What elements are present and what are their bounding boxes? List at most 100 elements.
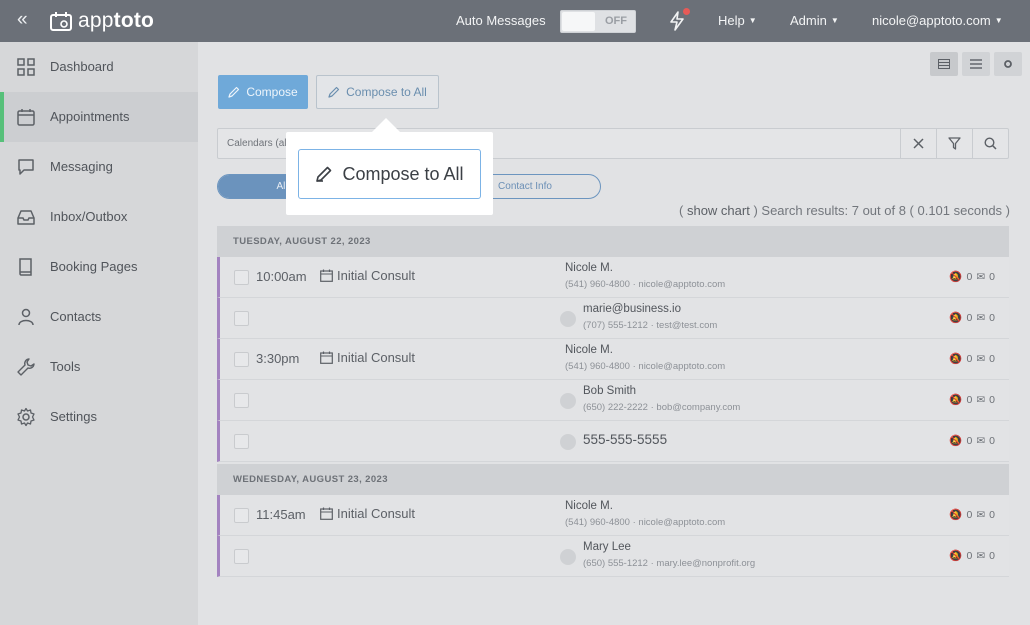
chevron-down-icon: ▼ [994,16,1003,25]
table-row[interactable]: 10:00am Initial Consult Nicole M. (541) … [217,257,1009,298]
sidebar-item-label: Settings [50,409,97,424]
sidebar-item-inbox-outbox[interactable]: Inbox/Outbox [0,192,198,242]
calendar-icon [320,351,333,364]
compose-to-all-button[interactable]: Compose to All [316,75,439,109]
sidebar-item-label: Inbox/Outbox [50,209,128,224]
email-icon: ✉ [976,352,986,365]
admin-menu[interactable]: Admin ▼ [790,13,839,28]
contact-name[interactable]: Nicole M. [565,344,613,356]
email-count: 0 [989,549,995,562]
table-row[interactable]: 555-555-5555 🔕 0 ✉ 0 [217,421,1009,462]
calendars-filter[interactable]: Calendars (al [227,138,286,149]
popover-label: Compose to All [342,163,464,184]
calendar-icon [320,507,333,520]
book-icon [19,258,32,276]
date-header: WEDNESDAY, AUGUST 23, 2023 [217,464,1009,495]
wrench-icon [17,358,35,376]
appointment-time: 10:00am [256,269,307,284]
contact-name[interactable]: Nicole M. [565,262,613,274]
contact-details: (650) 555-1212 · mary.lee@nonprofit.org [583,558,756,569]
top-navigation-bar: « apptoto Auto Messages OFF Help ▼ Admin ▼… [0,0,1030,42]
message-counts: 🔕 0 ✉ 0 [949,352,995,366]
sidebar-item-label: Dashboard [50,59,114,74]
search-icon [984,137,997,150]
search-button[interactable] [972,129,1008,158]
sidebar-item-messaging[interactable]: Messaging [0,142,198,192]
sidebar-item-label: Appointments [50,109,130,124]
results-text: Search results: 7 out of 8 ( 0.101 secon… [761,203,1010,218]
main-content: Compose Compose to All Calendars (al All… [198,42,1030,625]
row-checkbox[interactable] [234,434,249,449]
email-count: 0 [989,434,995,447]
gear-icon [17,407,35,427]
table-row[interactable]: 3:30pm Initial Consult Nicole M. (541) 9… [217,339,1009,380]
contact-name[interactable]: Nicole M. [565,500,613,512]
row-checkbox[interactable] [234,270,249,285]
show-chart-link[interactable]: show chart [687,203,750,218]
message-counts: 🔕 0 ✉ 0 [949,434,995,448]
contact-details: (541) 960-4800 · nicole@apptoto.com [565,517,726,528]
avatar [560,434,576,450]
logo-text-bold: toto [113,9,155,32]
auto-messages-label: Auto Messages [456,13,546,28]
search-results-summary: ( show chart ) Search results: 7 out of … [679,203,1010,218]
contact-name[interactable]: Bob Smith [583,385,636,397]
message-counts: 🔕 0 ✉ 0 [949,549,995,563]
popover-compose-to-all-button[interactable]: Compose to All [298,149,481,199]
row-checkbox[interactable] [234,311,249,326]
settings-gear-icon[interactable] [994,52,1022,76]
logo-text-light: app [78,9,114,32]
sidebar-item-dashboard[interactable]: Dashboard [0,42,198,92]
email-count: 0 [989,311,995,324]
clear-search-button[interactable] [900,129,936,158]
sidebar-item-booking-pages[interactable]: Booking Pages [0,242,198,292]
sms-off-icon: 🔕 [949,435,963,447]
table-row[interactable]: 11:45am Initial Consult Nicole M. (541) … [217,495,1009,536]
row-checkbox[interactable] [234,549,249,564]
sidebar-item-settings[interactable]: Settings [0,392,198,442]
user-email: nicole@apptoto.com [872,13,991,28]
contact-details: (541) 960-4800 · nicole@apptoto.com [565,279,726,290]
toggle-knob [562,12,595,31]
email-icon: ✉ [976,434,986,447]
auto-messages-toggle[interactable]: OFF [560,10,636,33]
sidebar-item-contacts[interactable]: Contacts [0,292,198,342]
sms-count: 0 [966,352,973,365]
help-menu[interactable]: Help ▼ [718,13,757,28]
appointment-type-label: Initial Consult [337,268,416,283]
compose-button[interactable]: Compose [218,75,308,109]
contact-name[interactable]: marie@business.io [583,303,681,315]
table-row[interactable]: Bob Smith (650) 222-2222 · bob@company.c… [217,380,1009,421]
collapse-sidebar-icon[interactable]: « [17,9,28,31]
user-menu[interactable]: nicole@apptoto.com ▼ [872,13,1003,28]
sidebar: Dashboard Appointments Messaging Inbox/O… [0,42,198,625]
filter-button[interactable] [936,129,972,158]
sms-off-icon: 🔕 [949,550,963,562]
list-view-icon[interactable] [962,52,990,76]
email-icon: ✉ [976,508,986,521]
contact-details: (541) 960-4800 · nicole@apptoto.com [565,361,726,372]
contact-name[interactable]: 555-555-5555 [583,432,667,447]
email-icon: ✉ [976,393,986,406]
message-counts: 🔕 0 ✉ 0 [949,270,995,284]
row-checkbox[interactable] [234,393,249,408]
email-count: 0 [989,393,995,406]
notifications-bolt-icon[interactable] [668,8,690,36]
calendar-icon [17,109,35,126]
sms-count: 0 [966,311,973,324]
contact-details: (650) 222-2222 · bob@company.com [583,402,741,413]
table-row[interactable]: marie@business.io (707) 555-1212 · test@… [217,298,1009,339]
avatar [560,311,576,327]
table-row[interactable]: Mary Lee (650) 555-1212 · mary.lee@nonpr… [217,536,1009,577]
sidebar-item-appointments[interactable]: Appointments [0,92,198,142]
appointment-type: Initial Consult [320,268,415,283]
apptoto-logo[interactable]: apptoto [50,9,154,33]
row-checkbox[interactable] [234,352,249,367]
row-checkbox[interactable] [234,508,249,523]
table-view-icon[interactable] [930,52,958,76]
chevron-down-icon: ▼ [830,16,839,25]
filter-icon [948,137,961,150]
sidebar-item-tools[interactable]: Tools [0,342,198,392]
contact-details: (707) 555-1212 · test@test.com [583,320,718,331]
contact-name[interactable]: Mary Lee [583,541,631,553]
